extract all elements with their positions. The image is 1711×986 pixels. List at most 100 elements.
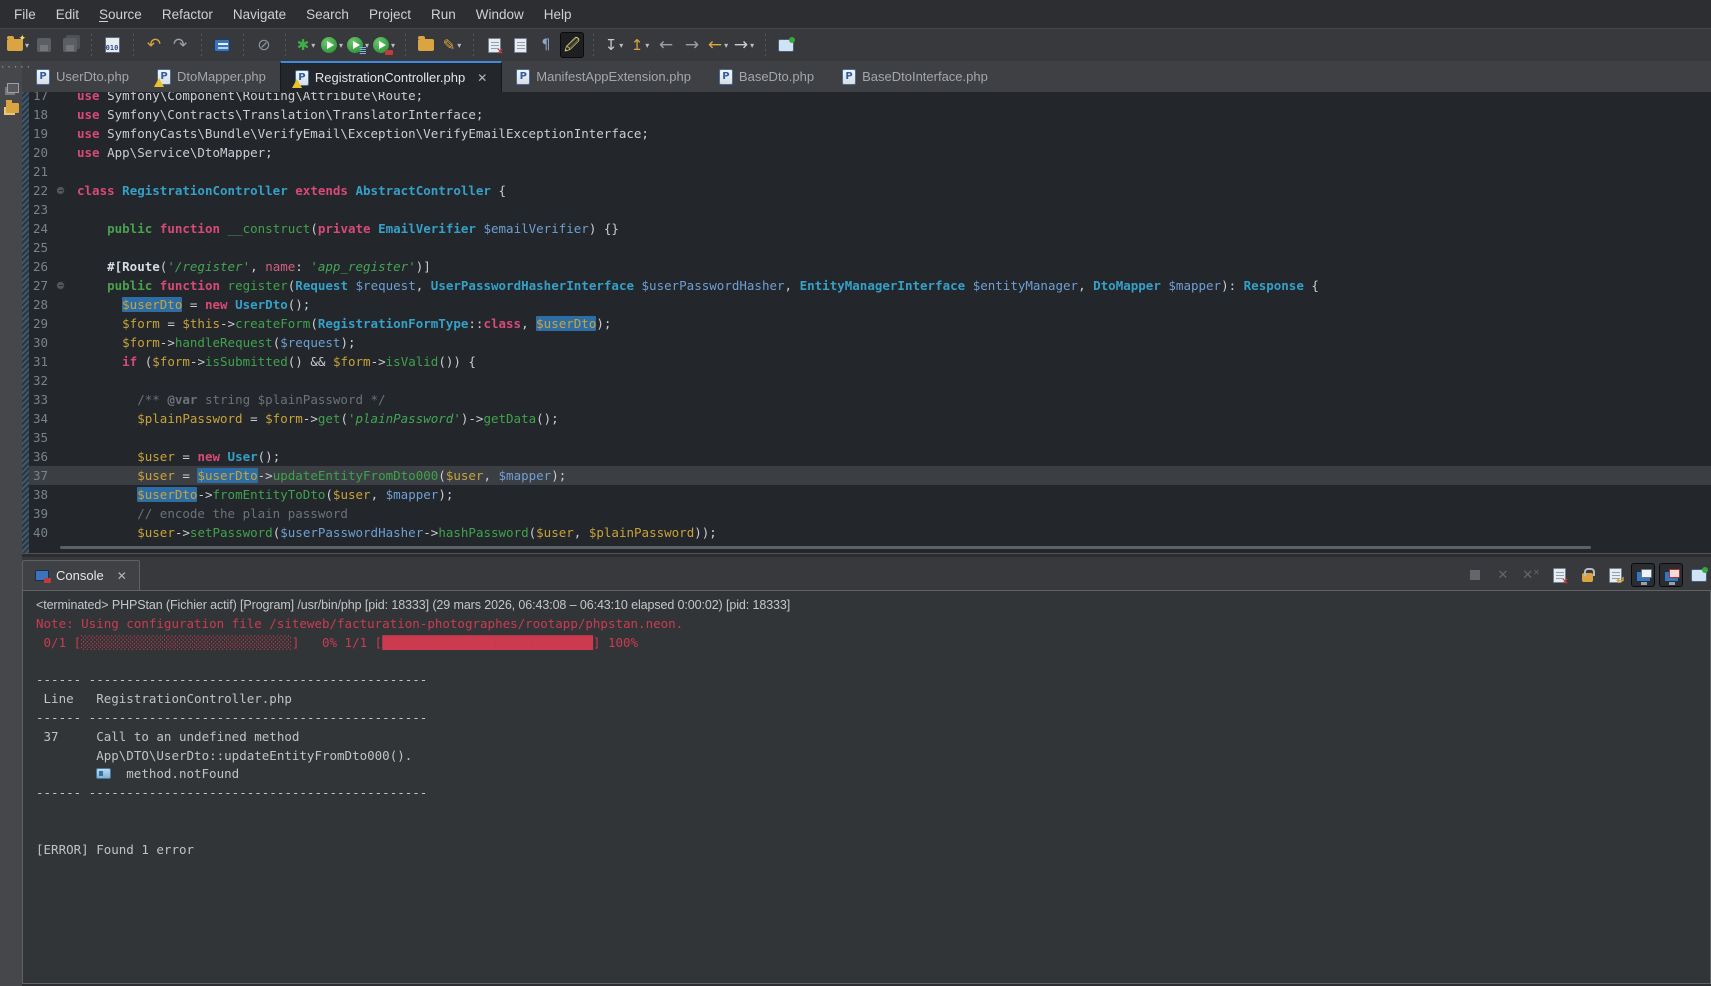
previous-annotation-icon: ↥ bbox=[631, 38, 644, 53]
tab-label: ManifestAppExtension.php bbox=[536, 69, 691, 84]
undo-button[interactable]: ↶ bbox=[142, 32, 166, 58]
code-text: $form = $this->createForm(RegistrationFo… bbox=[63, 314, 611, 333]
menu-refactor[interactable]: Refactor bbox=[152, 2, 223, 27]
word-wrap-button[interactable] bbox=[1603, 563, 1627, 587]
code-line-21[interactable]: 21 bbox=[29, 162, 1711, 181]
code-line-18[interactable]: 18use Symfony\Contracts\Translation\Tran… bbox=[29, 105, 1711, 124]
fold-toggle-icon[interactable] bbox=[56, 281, 65, 290]
menu-file[interactable]: File bbox=[4, 2, 46, 27]
tab-console[interactable]: Console ✕ bbox=[22, 560, 140, 590]
chevron-down-icon[interactable]: ▾ bbox=[311, 41, 315, 50]
save-button[interactable] bbox=[32, 32, 56, 58]
chevron-down-icon[interactable]: ▾ bbox=[457, 41, 461, 50]
pin-editor-button[interactable] bbox=[774, 32, 798, 58]
menu-search[interactable]: Search bbox=[296, 2, 359, 27]
show-on-stderr-button[interactable] bbox=[1659, 563, 1683, 587]
code-line-17[interactable]: 17use Symfony\Component\Routing\Attribut… bbox=[29, 92, 1711, 105]
tab-basedtointerface-php[interactable]: PBaseDtoInterface.php bbox=[828, 61, 1002, 92]
back-disabled-button[interactable]: ← bbox=[654, 32, 678, 58]
console-close-icon[interactable]: ✕ bbox=[117, 569, 127, 583]
code-line-37[interactable]: 37 $user = $userDto->updateEntityFromDto… bbox=[29, 466, 1711, 485]
close-icon[interactable]: ✕ bbox=[477, 71, 487, 85]
tab-registrationcontroller-php[interactable]: PRegistrationController.php✕ bbox=[280, 61, 502, 92]
tab-userdto-php[interactable]: PUserDto.php bbox=[22, 61, 143, 92]
code-line-30[interactable]: 30 $form->handleRequest($request); bbox=[29, 333, 1711, 352]
chevron-down-icon[interactable]: ▾ bbox=[645, 41, 649, 50]
run-configurations-button[interactable]: ▾ bbox=[346, 32, 370, 58]
menu-source[interactable]: Source bbox=[89, 2, 152, 27]
console-line: 0/1 [░░░░░░░░░░░░░░░░░░░░░░░░░░░░] 0% 1/… bbox=[36, 634, 1710, 653]
code-line-31[interactable]: 31 if ($form->isSubmitted() && $form->is… bbox=[29, 352, 1711, 371]
code-line-20[interactable]: 20use App\Service\DtoMapper; bbox=[29, 143, 1711, 162]
code-line-24[interactable]: 24 public function __construct(private E… bbox=[29, 219, 1711, 238]
chevron-down-icon[interactable]: ▾ bbox=[619, 41, 623, 50]
previous-annotation-button[interactable]: ↥▾ bbox=[628, 32, 652, 58]
debug-button[interactable]: ✱▾ bbox=[294, 32, 318, 58]
skip-breakpoints-button[interactable]: ⊘ bbox=[252, 32, 276, 58]
code-editor[interactable]: 17use Symfony\Component\Routing\Attribut… bbox=[22, 92, 1711, 553]
menu-run[interactable]: Run bbox=[421, 2, 466, 27]
tab-manifestappextension-php[interactable]: PManifestAppExtension.php bbox=[502, 61, 705, 92]
code-line-36[interactable]: 36 $user = new User(); bbox=[29, 447, 1711, 466]
remove-launch-button[interactable]: ✕ bbox=[1491, 563, 1515, 587]
back-history-button[interactable]: ←▾ bbox=[706, 32, 730, 58]
clear-console-button[interactable] bbox=[1547, 563, 1571, 587]
restore-view-icon[interactable] bbox=[0, 83, 22, 93]
line-number: 34 bbox=[29, 409, 63, 428]
menu-edit[interactable]: Edit bbox=[46, 2, 89, 27]
forward-disabled-button[interactable]: → bbox=[680, 32, 704, 58]
code-line-32[interactable]: 32 bbox=[29, 371, 1711, 390]
menu-project[interactable]: Project bbox=[359, 2, 421, 27]
remove-all-terminated-button[interactable]: ✕ bbox=[1519, 563, 1543, 587]
run-button[interactable]: ▾ bbox=[320, 32, 344, 58]
profile-button[interactable]: ▾ bbox=[372, 32, 396, 58]
fold-toggle-icon[interactable] bbox=[56, 186, 65, 195]
tab-dtomapper-php[interactable]: PDtoMapper.php bbox=[143, 61, 280, 92]
code-line-40[interactable]: 40 $user->setPassword($userPasswordHashe… bbox=[29, 523, 1711, 542]
menu-help[interactable]: Help bbox=[534, 2, 582, 27]
perspective-handle[interactable]: ····· bbox=[0, 63, 22, 73]
redo-button[interactable]: ↷ bbox=[168, 32, 192, 58]
code-line-29[interactable]: 29 $form = $this->createForm(Registratio… bbox=[29, 314, 1711, 333]
menu-window[interactable]: Window bbox=[466, 2, 534, 27]
scroll-lock-button[interactable] bbox=[1575, 563, 1599, 587]
chevron-down-icon[interactable]: ▾ bbox=[750, 41, 754, 50]
code-line-25[interactable]: 25 bbox=[29, 238, 1711, 257]
chevron-down-icon[interactable]: ▾ bbox=[724, 41, 728, 50]
outline-button[interactable] bbox=[508, 32, 532, 58]
console-line bbox=[36, 822, 1710, 841]
new-wizard-button[interactable]: ▾ bbox=[6, 32, 30, 58]
show-on-stdout-button[interactable] bbox=[1631, 563, 1655, 587]
chevron-down-icon[interactable]: ▾ bbox=[391, 41, 395, 50]
line-number: 39 bbox=[29, 504, 63, 523]
code-line-19[interactable]: 19use SymfonyCasts\Bundle\VerifyEmail\Ex… bbox=[29, 124, 1711, 143]
php-explorer-folder-icon[interactable] bbox=[0, 103, 22, 113]
code-line-33[interactable]: 33 /** @var string $plainPassword */ bbox=[29, 390, 1711, 409]
show-whitespace-button[interactable]: ¶ bbox=[534, 32, 558, 58]
highlighter-button[interactable]: 🖉 bbox=[560, 32, 584, 58]
code-line-35[interactable]: 35 bbox=[29, 428, 1711, 447]
terminal-view-button[interactable] bbox=[210, 32, 234, 58]
horizontal-scrollbar[interactable] bbox=[60, 546, 1591, 549]
code-line-39[interactable]: 39 // encode the plain password bbox=[29, 504, 1711, 523]
code-line-34[interactable]: 34 $plainPassword = $form->get('plainPas… bbox=[29, 409, 1711, 428]
save-all-button[interactable] bbox=[58, 32, 82, 58]
code-line-22[interactable]: 22class RegistrationController extends A… bbox=[29, 181, 1711, 200]
tab-basedto-php[interactable]: PBaseDto.php bbox=[705, 61, 828, 92]
console-output-panel[interactable]: <terminated> PHPStan (Fichier actif) [Pr… bbox=[22, 590, 1711, 984]
pin-console-button[interactable] bbox=[1687, 563, 1711, 587]
terminate-button[interactable] bbox=[1463, 563, 1487, 587]
marker-pen-button[interactable]: ✎▾ bbox=[440, 32, 464, 58]
chevron-down-icon[interactable]: ▾ bbox=[339, 41, 343, 50]
next-annotation-button[interactable]: ↧▾ bbox=[602, 32, 626, 58]
forward-history-button[interactable]: →▾ bbox=[732, 32, 756, 58]
code-line-27[interactable]: 27 public function register(Request $req… bbox=[29, 276, 1711, 295]
open-resource-button[interactable] bbox=[414, 32, 438, 58]
link-editor-button[interactable] bbox=[482, 32, 506, 58]
code-line-23[interactable]: 23 bbox=[29, 200, 1711, 219]
menu-navigate[interactable]: Navigate bbox=[223, 2, 296, 27]
binary-view-button[interactable]: 010 bbox=[100, 32, 124, 58]
code-line-28[interactable]: 28 $userDto = new UserDto(); bbox=[29, 295, 1711, 314]
code-line-26[interactable]: 26 #[Route('/register', name: 'app_regis… bbox=[29, 257, 1711, 276]
code-line-38[interactable]: 38 $userDto->fromEntityToDto($user, $map… bbox=[29, 485, 1711, 504]
